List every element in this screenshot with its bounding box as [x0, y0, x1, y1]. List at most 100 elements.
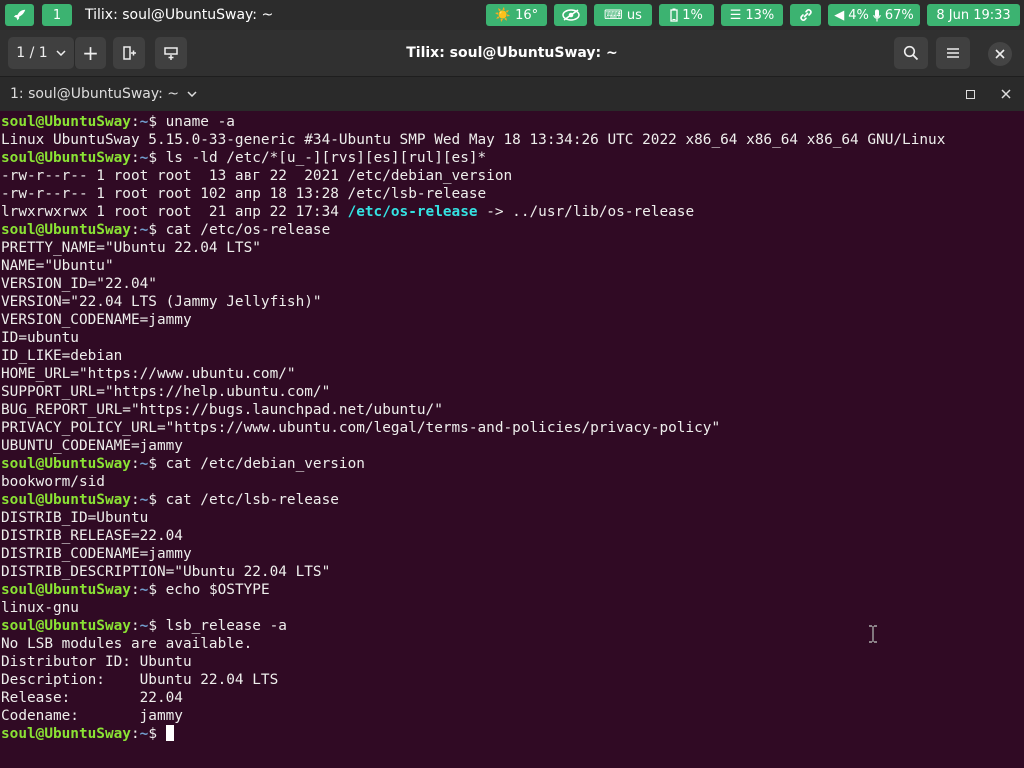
menu-button[interactable] [936, 37, 970, 69]
prompt-user: soul@UbuntuSway [1, 492, 131, 508]
output-line: Codename: jammy [1, 708, 183, 724]
prompt-sep: : [130, 150, 140, 166]
command-text: cat /etc/debian_version [165, 456, 365, 472]
plus-icon: + [82, 41, 99, 65]
prompt-user: soul@UbuntuSway [1, 726, 131, 742]
command-text: lsb_release -a [165, 618, 287, 634]
prompt-path: ~ [139, 492, 149, 508]
prompt-end: $ [148, 492, 166, 508]
output-line: PRIVACY_POLICY_URL="https://www.ubuntu.c… [1, 420, 721, 436]
output-line: lrwxrwxrwx 1 root root 21 апр 22 17:34 /… [0, 203, 1024, 221]
prompt-line: soul@UbuntuSway:~$ uname -a [0, 113, 1024, 131]
audio-module[interactable]: ◀ 4% 67% [828, 4, 920, 26]
prompt-user: soul@UbuntuSway [1, 618, 131, 634]
maximize-icon [965, 89, 975, 99]
focused-window-title: Tilix: soul@UbuntuSway: ~ [85, 7, 274, 23]
command-text: ls -ld /etc/*[u_-][rvs][es][rul][es]* [165, 150, 487, 166]
battery-text: 1% [682, 7, 703, 23]
add-terminal-right-button[interactable] [113, 37, 145, 69]
output-line: linux-gnu [1, 600, 79, 616]
workspace-button[interactable]: 1 [42, 4, 72, 26]
output-line: VERSION_CODENAME=jammy [1, 312, 192, 328]
prompt-line: soul@UbuntuSway:~$ cat /etc/os-release [0, 221, 1024, 239]
output-line: HOME_URL="https://www.ubuntu.com/" [1, 366, 296, 382]
maximize-terminal-button[interactable] [962, 86, 978, 102]
output-line: Release: 22.04 [1, 690, 183, 706]
terminal-output[interactable]: soul@UbuntuSway:~$ uname -a Linux Ubuntu… [0, 113, 1024, 768]
symlink-target: -> ../usr/lib/os-release [477, 204, 695, 220]
chevron-down-icon [56, 50, 66, 56]
hamburger-icon [947, 48, 959, 58]
app-launcher-button[interactable] [5, 4, 34, 26]
prompt-end: $ [148, 114, 166, 130]
idle-inhibitor-module[interactable] [554, 4, 587, 26]
output-line: ID=ubuntu [1, 330, 79, 346]
output-line: Linux UbuntuSway 5.15.0-33-generic #34-U… [1, 132, 946, 148]
memory-icon: ☰ [729, 7, 742, 23]
memory-module[interactable]: ☰ 13% [721, 4, 783, 26]
prompt-end: $ [148, 726, 166, 742]
close-icon [1001, 89, 1011, 99]
session-switcher-button[interactable]: 1 / 1 [8, 37, 74, 69]
memory-text: 13% [745, 7, 775, 23]
output-line: DISTRIB_DESCRIPTION="Ubuntu 22.04 LTS" [1, 564, 331, 580]
network-module[interactable] [790, 4, 821, 26]
output-line: SUPPORT_URL="https://help.ubuntu.com/" [1, 384, 331, 400]
clock-module[interactable]: 8 Jun 19:33 [927, 4, 1020, 26]
prompt-end: $ [148, 222, 166, 238]
output-line: VERSION_ID="22.04" [1, 276, 157, 292]
prompt-sep: : [130, 114, 140, 130]
output-line: Distributor ID: Ubuntu [1, 654, 192, 670]
ibeam-cursor-icon [869, 625, 877, 643]
mic-text: 67% [884, 7, 914, 23]
split-down-icon [164, 47, 178, 60]
command-text: uname -a [165, 114, 235, 130]
terminal-title-menu[interactable]: 1: soul@UbuntuSway: ~ [10, 77, 197, 111]
keyboard-layout-module[interactable]: ⌨ us [594, 4, 652, 26]
output-line: ID_LIKE=debian [1, 348, 123, 364]
prompt-user: soul@UbuntuSway [1, 114, 131, 130]
terminal-title-text: 1: soul@UbuntuSway: ~ [10, 86, 180, 102]
output-line: NAME="Ubuntu" [1, 258, 114, 274]
command-text: cat /etc/os-release [165, 222, 331, 238]
close-window-button[interactable] [988, 42, 1012, 66]
close-icon [995, 49, 1005, 59]
weather-module[interactable]: ☀️ 16° [486, 4, 547, 26]
output-line: VERSION="22.04 LTS (Jammy Jellyfish)" [1, 294, 322, 310]
add-session-button[interactable]: + [74, 37, 106, 69]
output-line: DISTRIB_ID=Ubuntu [1, 510, 149, 526]
link-icon [799, 9, 812, 21]
add-terminal-down-button[interactable] [155, 37, 187, 69]
clock-text: 8 Jun 19:33 [936, 7, 1011, 23]
output-line: PRETTY_NAME="Ubuntu 22.04 LTS" [1, 240, 261, 256]
eye-icon [561, 9, 580, 21]
prompt-end: $ [148, 582, 166, 598]
prompt-sep: : [130, 456, 140, 472]
search-button[interactable] [894, 37, 928, 69]
output-line: -rw-r--r-- 1 root root 102 апр 18 13:28 … [1, 186, 487, 202]
prompt-path: ~ [139, 618, 149, 634]
text-cursor [165, 725, 174, 741]
prompt-user: soul@UbuntuSway [1, 150, 131, 166]
output-line: UBUNTU_CODENAME=jammy [1, 438, 183, 454]
prompt-sep: : [130, 492, 140, 508]
microphone-icon [873, 9, 881, 21]
prompt-sep: : [130, 618, 140, 634]
prompt-line: soul@UbuntuSway:~$ cat /etc/lsb-release [0, 491, 1024, 509]
prompt-path: ~ [139, 222, 149, 238]
battery-module[interactable]: 1% [659, 4, 714, 26]
prompt-path: ~ [139, 150, 149, 166]
tilix-header-bar: 1 / 1 + Tilix: soul@UbuntuSway: ~ [0, 30, 1024, 77]
rocket-icon [13, 9, 25, 21]
chevron-down-icon [187, 91, 197, 97]
close-terminal-button[interactable] [998, 86, 1014, 102]
prompt-sep: : [130, 582, 140, 598]
prompt-end: $ [148, 150, 166, 166]
prompt-line: soul@UbuntuSway:~$ ls -ld /etc/*[u_-][rv… [0, 149, 1024, 167]
weather-text: ☀️ 16° [494, 7, 539, 23]
prompt-sep: : [130, 222, 140, 238]
prompt-path: ~ [139, 456, 149, 472]
speaker-icon: ◀ [834, 7, 845, 23]
terminal-title-bar: 1: soul@UbuntuSway: ~ [0, 77, 1024, 111]
battery-icon [670, 8, 678, 22]
